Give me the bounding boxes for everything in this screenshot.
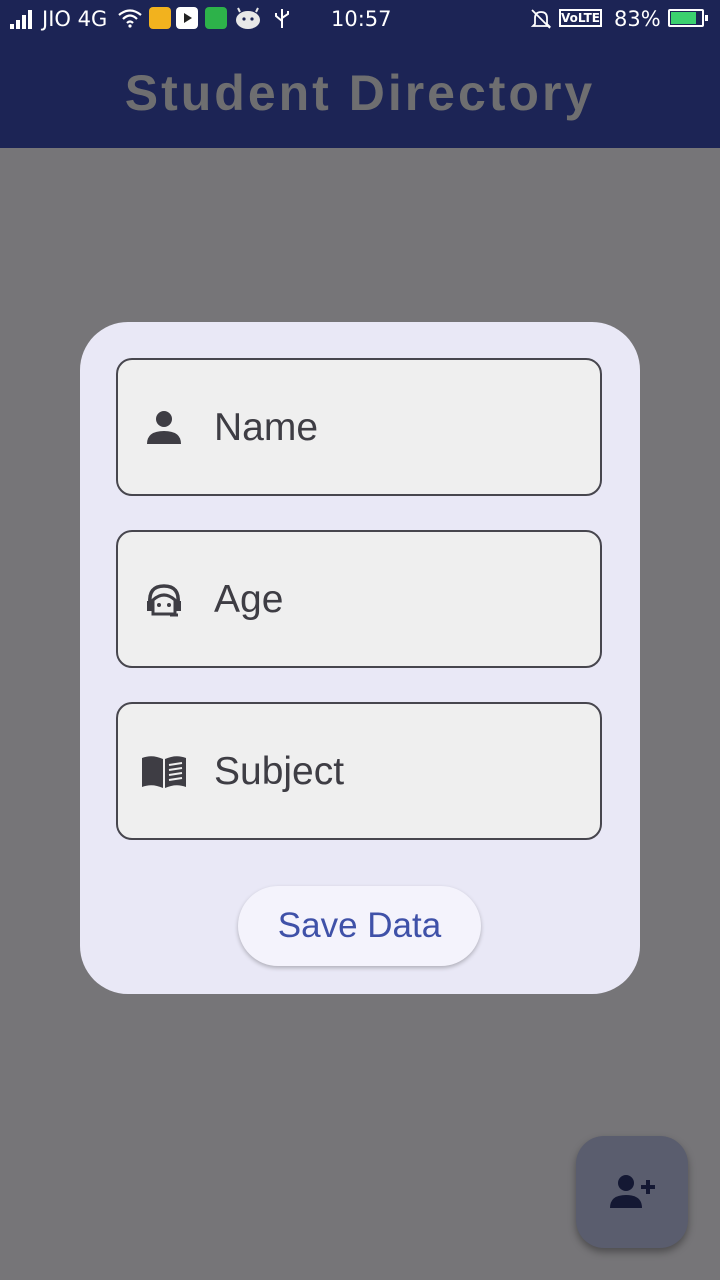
android-icon [236,7,260,29]
person-icon [147,411,181,444]
age-field[interactable]: Age [116,530,602,668]
status-bar: JIO 4G 10:57 VoLTE 83% [0,0,720,38]
usb-icon [275,9,289,28]
page-title: Student Directory [124,65,596,121]
age-field-label: Age [214,578,284,621]
mute-bell-icon [530,9,552,29]
app-bar: Student Directory [0,38,720,148]
battery-percent: 83% [614,7,661,31]
name-field-label: Name [214,406,319,449]
clock: 10:57 [331,7,392,31]
shopping-app-icon [205,7,227,29]
youtube-icon [176,7,198,29]
subject-field[interactable]: Subject [116,702,602,840]
signal-icon [10,9,38,29]
add-person-icon [610,1175,655,1208]
book-icon [142,756,186,788]
save-data-button[interactable]: Save Data [238,886,481,966]
subject-field-label: Subject [214,750,345,793]
tools-app-icon [149,7,171,29]
face-icon [147,584,181,617]
name-field[interactable]: Name [116,358,602,496]
volte-badge: VoLTE [559,9,602,27]
student-form-dialog: Name Age Subject Save Data [80,322,640,994]
add-student-fab[interactable] [576,1136,688,1248]
wifi-icon [118,9,142,28]
battery-icon [668,9,708,27]
carrier-label: JIO 4G [42,7,108,31]
